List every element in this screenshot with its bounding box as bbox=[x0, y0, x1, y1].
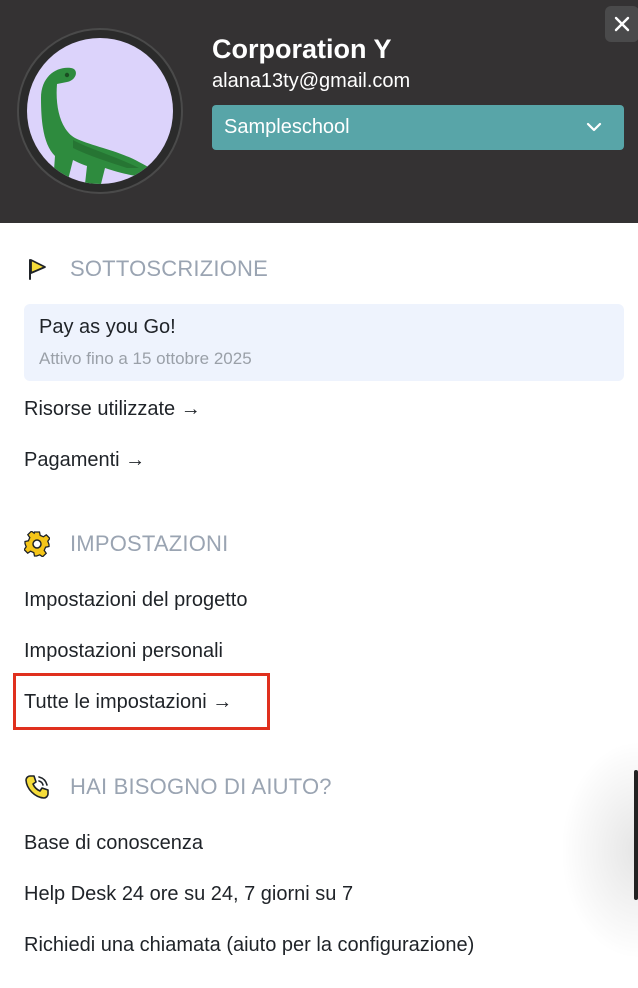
knowledge-base-link[interactable]: Base di conoscenza bbox=[24, 832, 203, 855]
help-section-header: HAI BISOGNO DI AIUTO? bbox=[24, 774, 332, 800]
close-button[interactable] bbox=[605, 6, 638, 42]
close-icon bbox=[614, 16, 630, 32]
avatar[interactable] bbox=[27, 38, 173, 184]
subscription-section-header: SOTTOSCRIZIONE bbox=[24, 256, 268, 282]
plan-expiry: Attivo fino a 15 ottobre 2025 bbox=[39, 349, 252, 368]
gear-icon bbox=[24, 531, 50, 557]
profile-header: Corporation Y alana13ty@gmail.com Sample… bbox=[0, 0, 638, 223]
flag-icon bbox=[24, 256, 50, 282]
user-email: alana13ty@gmail.com bbox=[212, 70, 411, 92]
plan-card: Pay as you Go! Attivo fino a 15 ottobre … bbox=[24, 304, 624, 381]
avatar-frame bbox=[17, 28, 183, 194]
chevron-down-icon bbox=[586, 122, 602, 132]
edge-shadow bbox=[560, 740, 638, 960]
school-select-value: Sampleschool bbox=[224, 116, 350, 138]
resources-used-link[interactable]: Risorse utilizzate → bbox=[24, 398, 201, 421]
background-panel-edge bbox=[634, 770, 638, 900]
organization-name: Corporation Y bbox=[212, 34, 392, 64]
phone-icon bbox=[24, 774, 50, 800]
project-settings-link[interactable]: Impostazioni del progetto bbox=[24, 589, 247, 612]
subscription-title: SOTTOSCRIZIONE bbox=[70, 256, 268, 281]
request-call-link[interactable]: Richiedi una chiamata (aiuto per la conf… bbox=[24, 934, 474, 957]
dinosaur-icon bbox=[41, 67, 167, 184]
highlight-box bbox=[13, 673, 270, 730]
plan-name: Pay as you Go! bbox=[39, 316, 176, 338]
help-desk-link[interactable]: Help Desk 24 ore su 24, 7 giorni su 7 bbox=[24, 883, 353, 906]
settings-title: IMPOSTAZIONI bbox=[70, 531, 229, 556]
school-select[interactable]: Sampleschool bbox=[212, 105, 624, 150]
payments-link[interactable]: Pagamenti → bbox=[24, 449, 145, 472]
personal-settings-link[interactable]: Impostazioni personali bbox=[24, 640, 223, 663]
help-title: HAI BISOGNO DI AIUTO? bbox=[70, 774, 332, 799]
settings-section-header: IMPOSTAZIONI bbox=[24, 531, 228, 557]
